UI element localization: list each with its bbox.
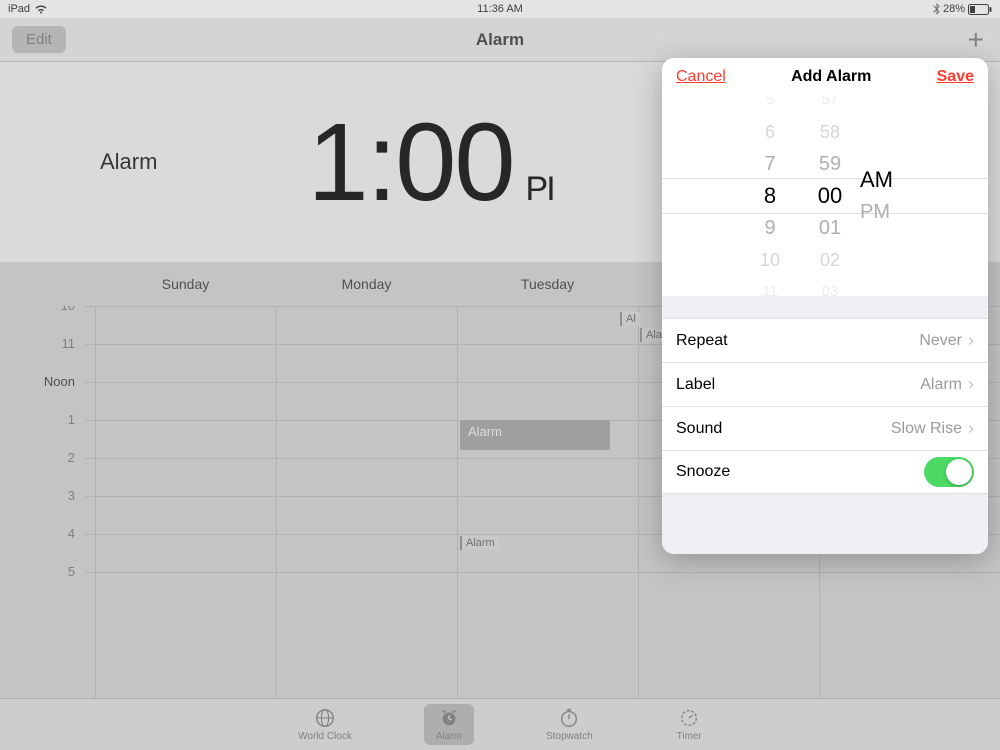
nav-bar: Edit Alarm + — [0, 18, 1000, 62]
bluetooth-icon — [933, 3, 940, 15]
day-tuesday[interactable]: Tuesday — [457, 276, 638, 292]
alarm-chip[interactable]: Al — [620, 312, 640, 326]
hour-4: 4 — [0, 526, 85, 541]
edit-button[interactable]: Edit — [12, 26, 66, 53]
ampm-picker[interactable]: AM PM — [860, 96, 910, 296]
hour-noon: Noon — [0, 374, 85, 389]
add-alarm-button[interactable]: + — [964, 26, 988, 54]
wifi-icon — [34, 4, 48, 14]
stopwatch-icon — [558, 707, 580, 729]
hour-picker[interactable]: 5 6 7 8 9 10 11 — [740, 96, 800, 296]
chevron-right-icon: › — [968, 418, 974, 439]
status-time: 11:36 AM — [336, 3, 664, 15]
popover-title: Add Alarm — [791, 68, 871, 86]
snooze-toggle[interactable] — [924, 457, 974, 487]
status-bar: iPad 11:36 AM 28% — [0, 0, 1000, 18]
hero-time: 1:00 PI — [307, 99, 553, 226]
save-button[interactable]: Save — [937, 68, 974, 86]
alarm-block[interactable]: Alarm — [460, 420, 610, 450]
tab-timer[interactable]: Timer — [665, 704, 714, 745]
day-sunday[interactable]: Sunday — [95, 276, 276, 292]
device-name: iPad — [8, 3, 30, 15]
globe-icon — [314, 707, 336, 729]
battery-icon — [968, 4, 992, 15]
setting-snooze: Snooze — [662, 450, 988, 494]
hour-5: 5 — [0, 564, 85, 579]
add-alarm-popover: Cancel Add Alarm Save 5 6 7 8 9 10 11 57… — [662, 58, 988, 554]
page-title: Alarm — [0, 30, 1000, 50]
tab-alarm[interactable]: Alarm — [424, 704, 474, 745]
battery-percent: 28% — [943, 3, 965, 15]
timer-icon — [678, 707, 700, 729]
alarm-chip[interactable]: Alarm — [460, 536, 499, 550]
tab-bar: World Clock Alarm Stopwatch Timer — [0, 698, 1000, 750]
chevron-right-icon: › — [968, 374, 974, 395]
day-monday[interactable]: Monday — [276, 276, 457, 292]
tab-stopwatch[interactable]: Stopwatch — [534, 704, 605, 745]
hero-label: Alarm — [100, 149, 157, 175]
setting-label[interactable]: Label Alarm › — [662, 362, 988, 406]
alarm-clock-icon — [438, 707, 460, 729]
minute-picker[interactable]: 57 58 59 00 01 02 03 — [800, 96, 860, 296]
tab-world-clock[interactable]: World Clock — [286, 704, 364, 745]
hour-3: 3 — [0, 488, 85, 503]
cancel-button[interactable]: Cancel — [676, 68, 726, 86]
setting-sound[interactable]: Sound Slow Rise › — [662, 406, 988, 450]
time-picker[interactable]: 5 6 7 8 9 10 11 57 58 59 00 01 02 03 AM … — [662, 96, 988, 296]
hour-2: 2 — [0, 450, 85, 465]
chevron-right-icon: › — [968, 330, 974, 351]
hour-10: 10 — [0, 306, 85, 313]
setting-repeat[interactable]: Repeat Never › — [662, 318, 988, 362]
hour-1: 1 — [0, 412, 85, 427]
hour-11: 11 — [0, 336, 85, 351]
